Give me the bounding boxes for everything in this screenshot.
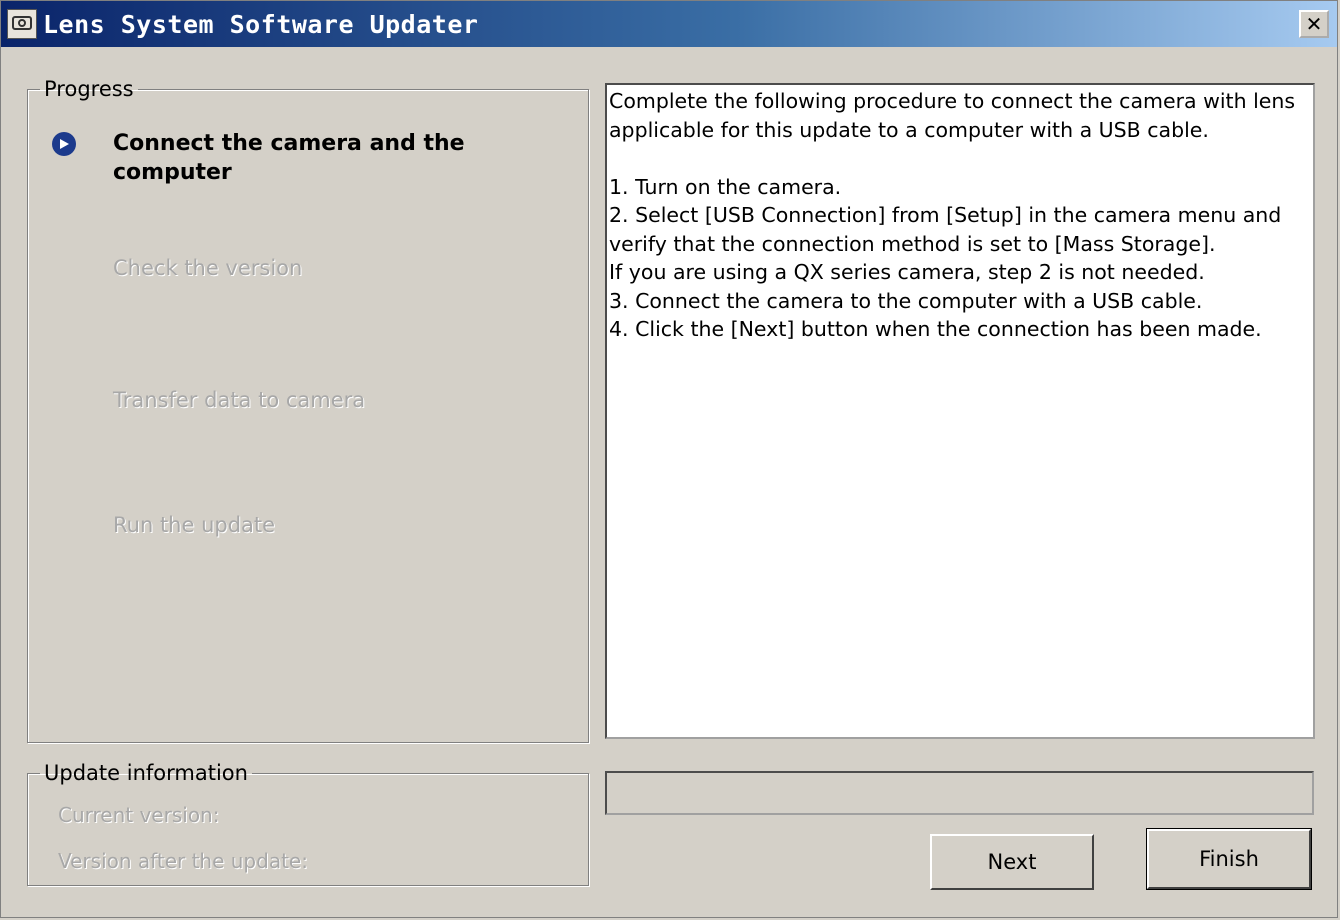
update-info-legend: Update information: [44, 761, 248, 785]
close-icon: ✕: [1305, 12, 1323, 36]
next-button[interactable]: Next: [930, 834, 1094, 890]
step-transfer-data: Transfer data to camera: [113, 388, 366, 412]
progress-legend: Progress: [44, 77, 134, 101]
updater-window: Lens System Software Updater ✕ Progress …: [0, 0, 1338, 918]
step-run-update: Run the update: [113, 513, 276, 537]
app-icon: [7, 9, 37, 39]
finish-button[interactable]: Finish: [1146, 828, 1312, 890]
step-connect: Connect the camera and the computer: [113, 131, 465, 185]
close-button[interactable]: ✕: [1299, 10, 1329, 38]
title-bar: Lens System Software Updater ✕: [1, 1, 1337, 47]
step-check-version: Check the version: [113, 256, 303, 280]
instructions-text: Complete the following procedure to conn…: [605, 83, 1315, 739]
window-title: Lens System Software Updater: [43, 9, 479, 39]
progress-bar: [605, 771, 1314, 815]
version-after-label: Version after the update:: [58, 849, 308, 873]
current-step-icon: [52, 132, 76, 156]
current-version-label: Current version:: [58, 803, 220, 827]
